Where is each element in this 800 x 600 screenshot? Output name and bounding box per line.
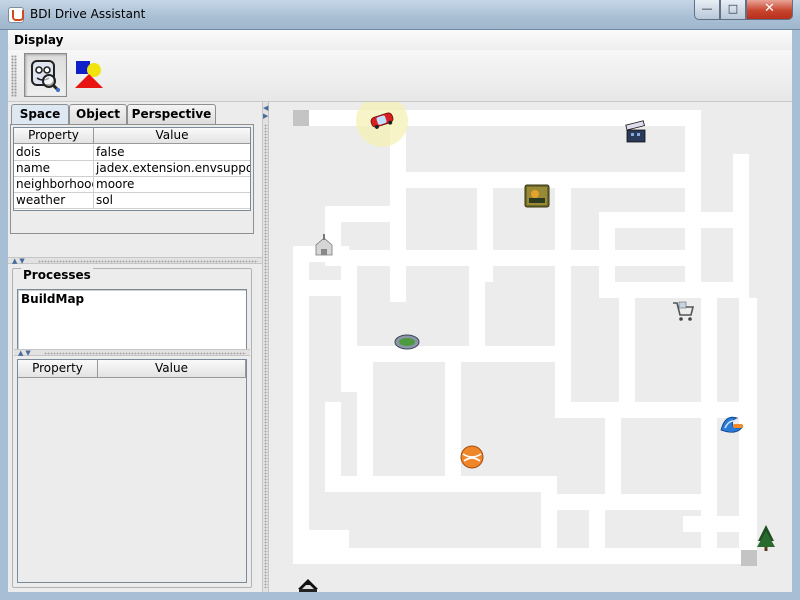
observer-toggle-button[interactable]	[24, 53, 67, 97]
table-row[interactable]: neighborhood moore	[14, 177, 250, 193]
splitter-grip	[264, 124, 268, 588]
splitter-arrows-icon[interactable]: ◀ ▶	[263, 104, 268, 120]
column-header-value[interactable]: Value	[94, 128, 250, 144]
tab-perspective[interactable]: Perspective	[127, 104, 216, 124]
process-properties-table: Property Value	[17, 359, 247, 583]
table-row[interactable]: name jadex.extension.envsuppor...	[14, 161, 250, 177]
cell-property: dois	[14, 145, 94, 161]
cell-value: sol	[96, 193, 113, 207]
splitter-arrows-icon[interactable]: ▲▼	[12, 258, 27, 265]
space-properties-table: Property Value dois false name jadex.ext…	[13, 127, 251, 211]
menu-bar: Display	[8, 30, 792, 50]
left-panel: Space Object Perspective Property Value …	[8, 102, 262, 592]
column-header-property[interactable]: Property	[18, 360, 98, 378]
observer-magnifier-icon	[31, 60, 61, 93]
column-header-property[interactable]: Property	[14, 128, 94, 144]
ball-icon[interactable]	[460, 445, 484, 469]
processes-title: Processes	[21, 268, 93, 282]
poster-icon[interactable]	[524, 184, 550, 208]
cell-property: weather	[14, 193, 94, 209]
window-frame-right	[792, 30, 800, 600]
tab-space[interactable]: Space	[11, 104, 69, 125]
map-view[interactable]	[269, 102, 792, 592]
table-header: Property Value	[14, 128, 250, 144]
shapes-toggle-button[interactable]	[68, 53, 111, 97]
start-marker	[293, 110, 309, 126]
horizontal-splitter[interactable]: ▲▼	[8, 257, 262, 265]
close-button[interactable]: ✕	[746, 0, 793, 20]
cell-property: neighborhood	[16, 177, 94, 193]
cell-value: moore	[96, 177, 135, 191]
vertical-splitter[interactable]: ◀ ▶	[262, 102, 269, 592]
stadium-icon[interactable]	[394, 334, 420, 350]
splitter-arrows-icon[interactable]: ▲▼	[18, 350, 33, 357]
window-title: BDI Drive Assistant	[30, 7, 146, 21]
toolbar-grip[interactable]	[11, 55, 17, 97]
toolbar	[8, 50, 792, 102]
table-header: Property Value	[18, 360, 246, 378]
menu-display[interactable]: Display	[14, 33, 63, 47]
java-app-icon	[8, 7, 24, 23]
splitter-grip	[38, 260, 258, 263]
minimize-button[interactable]: —	[694, 0, 720, 20]
column-header-value[interactable]: Value	[98, 360, 246, 378]
splitter-grip	[44, 352, 246, 355]
tab-object[interactable]: Object	[69, 104, 127, 124]
client-area: Display Space Object Perspective Propert…	[8, 30, 792, 592]
goal-marker	[741, 550, 757, 566]
title-bar: BDI Drive Assistant — □ ✕	[0, 0, 800, 30]
space-tab-panel: Property Value dois false name jadex.ext…	[10, 124, 254, 234]
shapes-icon	[75, 61, 103, 88]
processes-group: Processes BuildMap ▲▼ Property Value	[12, 268, 252, 588]
process-item-buildmap[interactable]: BuildMap	[21, 292, 84, 306]
window-frame-left	[0, 30, 8, 600]
process-splitter[interactable]: ▲▼	[14, 349, 250, 357]
table-row[interactable]: dois false	[14, 145, 250, 161]
road-map[interactable]	[269, 102, 792, 592]
window-frame-bottom	[0, 592, 800, 600]
cell-value: false	[96, 145, 125, 159]
table-row[interactable]: weather sol	[14, 193, 250, 209]
cell-property: name	[14, 161, 94, 177]
cell-value: jadex.extension.envsuppor...	[96, 161, 250, 175]
processes-list[interactable]: BuildMap	[17, 289, 247, 351]
maximize-button[interactable]: □	[720, 0, 746, 20]
